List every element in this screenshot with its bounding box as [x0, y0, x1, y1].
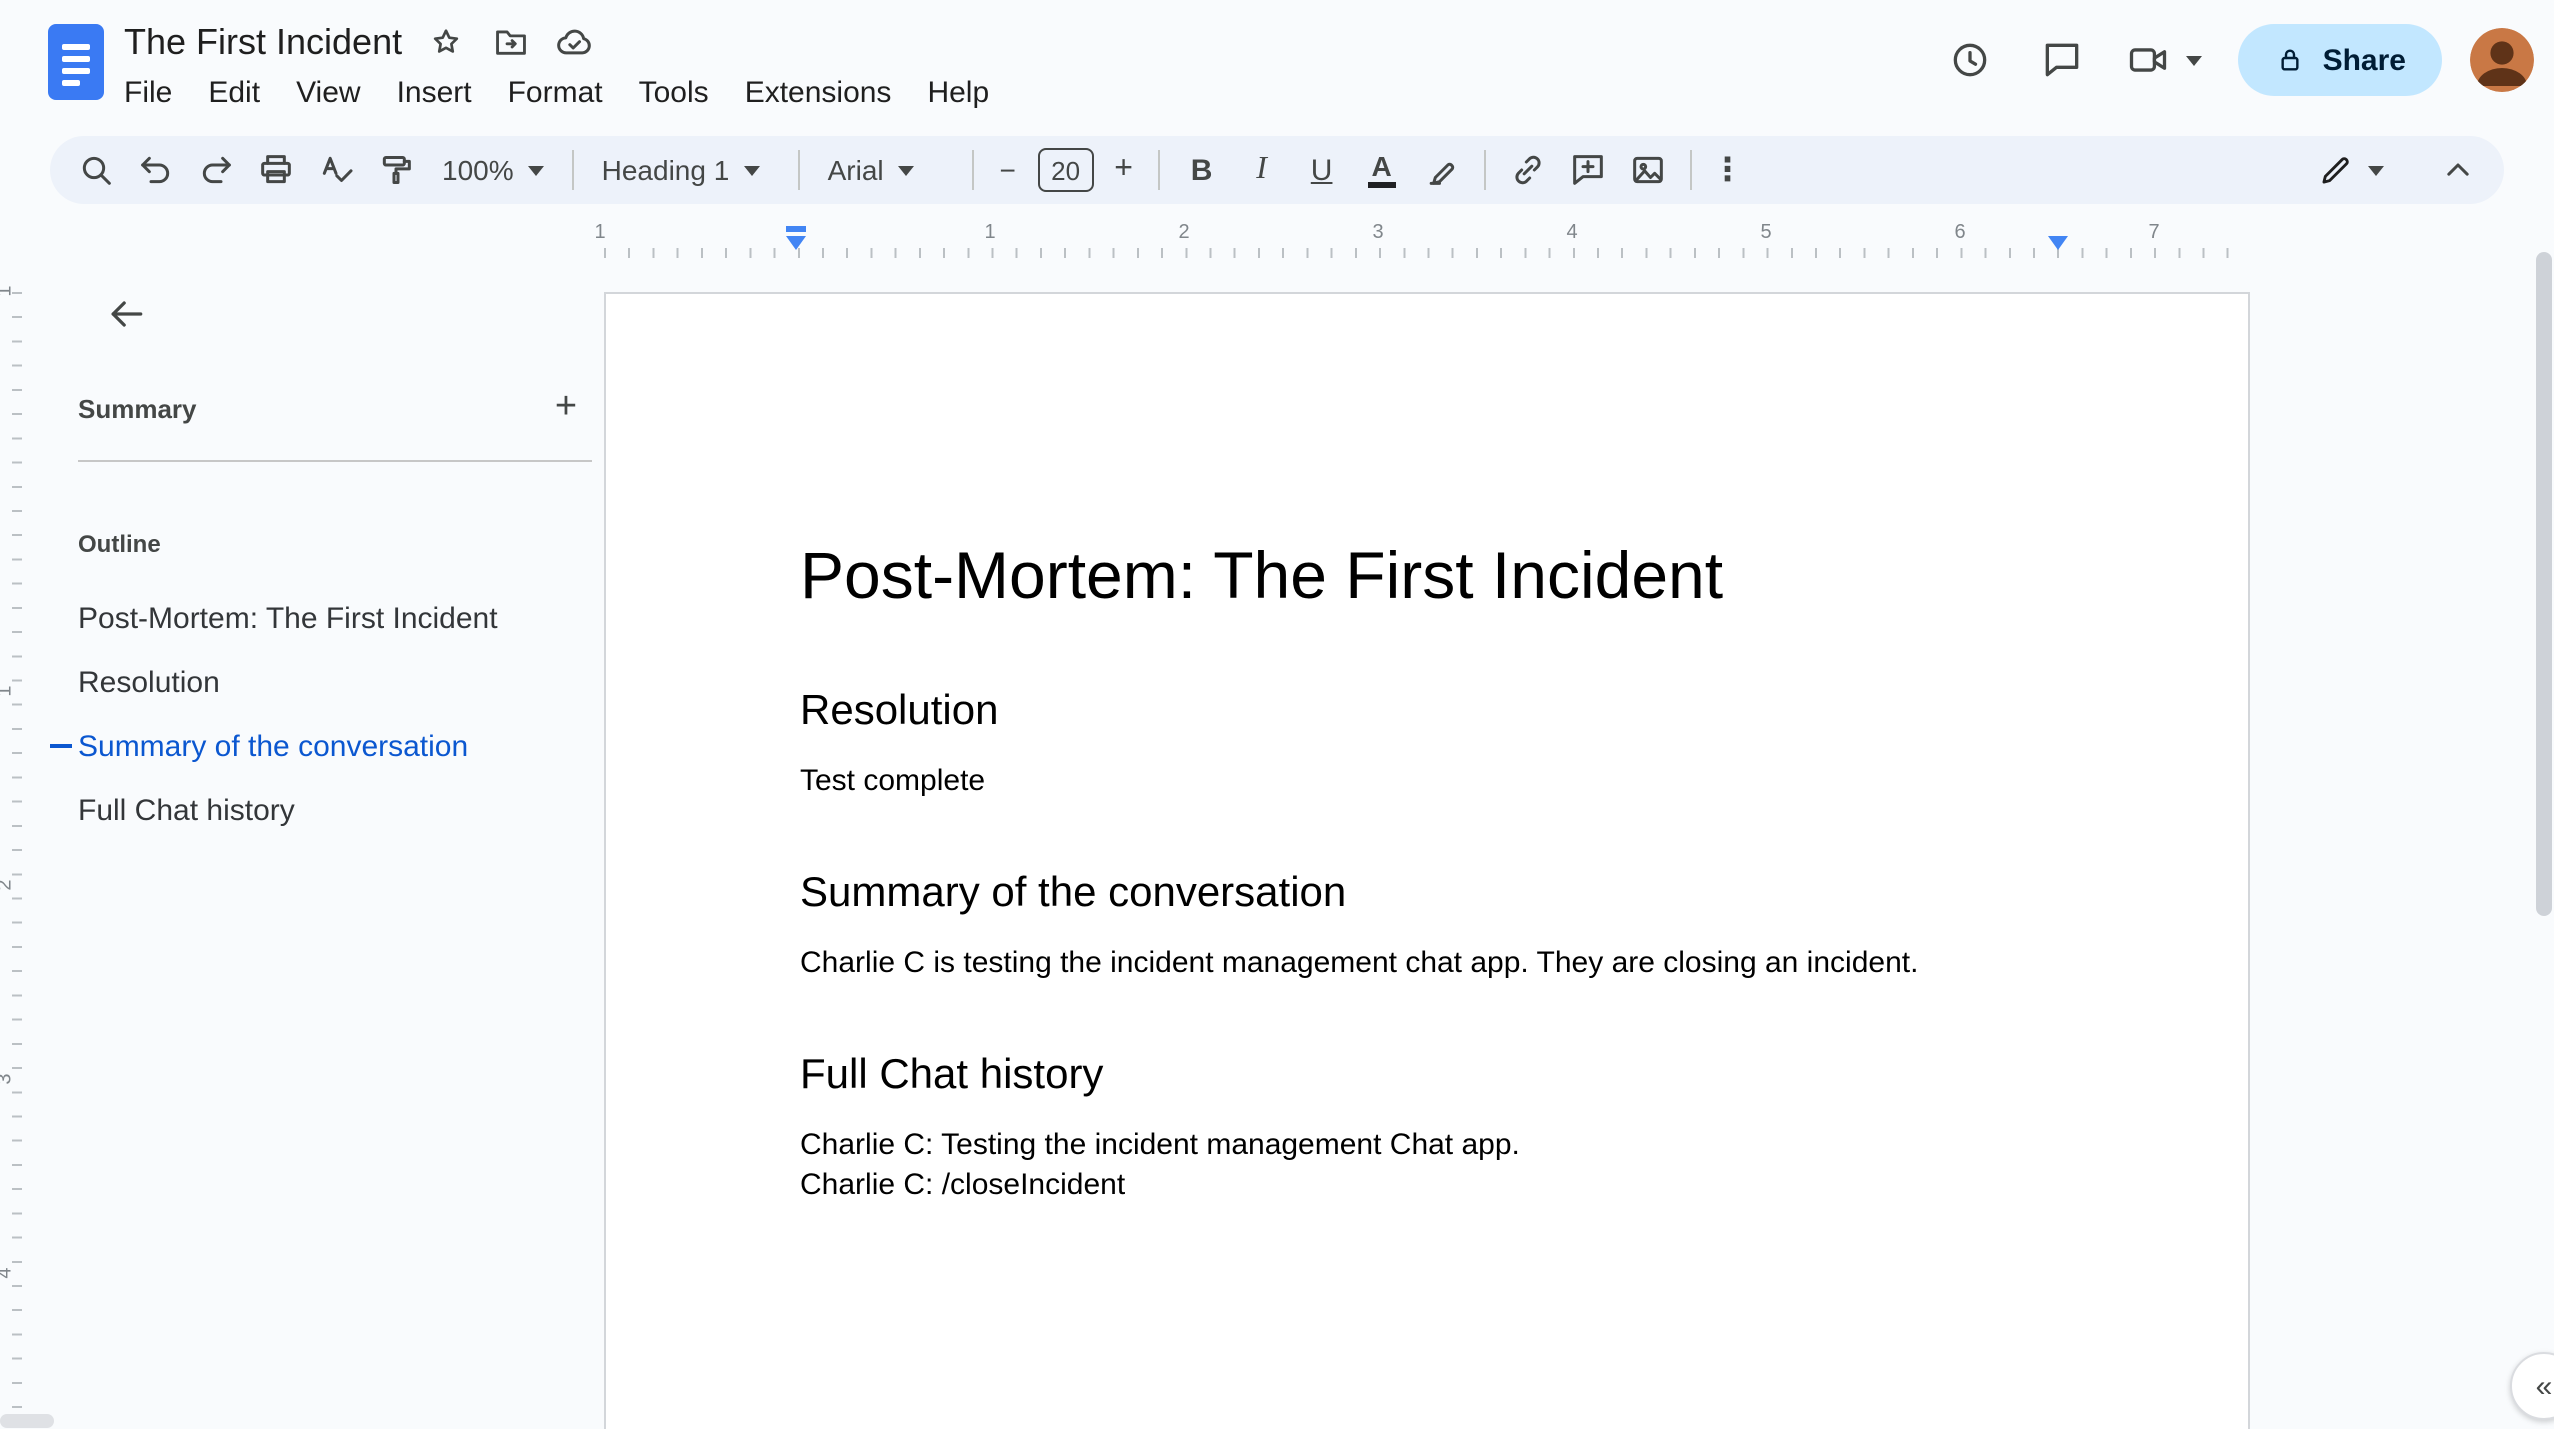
- menu-view[interactable]: View: [278, 72, 379, 114]
- doc-heading-title[interactable]: Post-Mortem: The First Incident: [800, 532, 2054, 620]
- menu-edit[interactable]: Edit: [190, 72, 278, 114]
- paint-format-icon[interactable]: [366, 142, 426, 198]
- docs-logo-icon[interactable]: [48, 24, 104, 100]
- doc-paragraph[interactable]: Charlie C is testing the incident manage…: [800, 944, 2054, 984]
- toolbar-separator: [797, 150, 800, 190]
- decrease-font-size-button[interactable]: −: [986, 142, 1030, 198]
- toolbar: 100% Heading 1 Arial − 20 + B I U A ⋮: [50, 136, 2504, 204]
- top-bar: The First Incident File Edit View Insert…: [0, 0, 2554, 124]
- font-size-value[interactable]: 20: [1037, 148, 1094, 192]
- outline-label: Outline: [78, 530, 161, 558]
- font-family-select[interactable]: Arial: [812, 142, 960, 198]
- underline-button[interactable]: U: [1292, 142, 1352, 198]
- menu-file[interactable]: File: [106, 72, 190, 114]
- menu-extensions[interactable]: Extensions: [727, 72, 910, 114]
- video-camera-icon[interactable]: [2115, 20, 2183, 100]
- menu-help[interactable]: Help: [909, 72, 1007, 114]
- menu-tools[interactable]: Tools: [621, 72, 727, 114]
- close-outline-icon[interactable]: [86, 274, 166, 354]
- document-page[interactable]: Post-Mortem: The First Incident Resoluti…: [604, 292, 2250, 1429]
- vertical-ruler: 1 1 2 3 4: [0, 252, 28, 1429]
- undo-icon[interactable]: [126, 142, 186, 198]
- toolbar-separator: [1689, 150, 1692, 190]
- increase-font-size-button[interactable]: +: [1102, 142, 1146, 198]
- zoom-select[interactable]: 100%: [426, 142, 560, 198]
- toolbar-separator: [971, 150, 974, 190]
- paragraph-style-value: Heading 1: [601, 154, 730, 186]
- left-indent-marker[interactable]: [786, 236, 806, 250]
- spellcheck-icon[interactable]: [306, 142, 366, 198]
- paragraph-style-select[interactable]: Heading 1: [586, 142, 786, 198]
- highlight-color-icon[interactable]: [1412, 142, 1472, 198]
- add-summary-button[interactable]: +: [540, 382, 592, 434]
- avatar[interactable]: [2470, 28, 2534, 92]
- hide-menus-icon[interactable]: [2428, 142, 2488, 198]
- insert-image-icon[interactable]: [1618, 142, 1678, 198]
- add-comment-icon[interactable]: [1558, 142, 1618, 198]
- editing-mode-caret-icon: [2368, 165, 2384, 175]
- zoom-caret-icon: [527, 165, 544, 175]
- doc-paragraph[interactable]: Charlie C: /closeIncident: [800, 1166, 2054, 1206]
- zoom-value: 100%: [442, 154, 514, 186]
- doc-heading-chat-history[interactable]: Full Chat history: [800, 1048, 2054, 1102]
- version-history-icon[interactable]: [1931, 20, 2011, 100]
- share-button[interactable]: Share: [2238, 24, 2442, 96]
- redo-icon[interactable]: [186, 142, 246, 198]
- menu-format[interactable]: Format: [490, 72, 621, 114]
- doc-paragraph[interactable]: Test complete: [800, 762, 2054, 802]
- doc-heading-resolution[interactable]: Resolution: [800, 684, 2054, 738]
- move-folder-icon[interactable]: [490, 22, 530, 62]
- right-indent-marker[interactable]: [2048, 236, 2068, 250]
- star-icon[interactable]: [426, 22, 466, 62]
- font-family-value: Arial: [827, 154, 884, 186]
- summary-label: Summary: [78, 393, 197, 423]
- doc-paragraph[interactable]: Charlie C: Testing the incident manageme…: [800, 1126, 2054, 1166]
- menu-insert[interactable]: Insert: [379, 72, 490, 114]
- join-call-button[interactable]: [2115, 20, 2211, 100]
- outline-item-active[interactable]: Summary of the conversation: [28, 714, 608, 778]
- panel-divider: [78, 460, 592, 462]
- ruler-ticks: [604, 248, 2250, 258]
- summary-section: Summary +: [78, 380, 592, 436]
- toolbar-right-group: [2300, 142, 2488, 198]
- menu-bar: File Edit View Insert Format Tools Exten…: [106, 72, 1007, 114]
- pencil-icon: [2322, 156, 2349, 183]
- google-docs-app: The First Incident File Edit View Insert…: [0, 0, 2554, 1429]
- more-options-button[interactable]: ⋮: [1704, 142, 1752, 198]
- collapse-side-panel-button[interactable]: «: [2510, 1352, 2554, 1420]
- title-block: The First Incident File Edit View Insert…: [124, 16, 1007, 114]
- first-line-indent-marker[interactable]: [786, 226, 806, 232]
- video-dropdown-caret-icon[interactable]: [2186, 55, 2203, 65]
- outline-list: Post-Mortem: The First Incident Resoluti…: [28, 586, 608, 842]
- title-row: The First Incident: [124, 16, 1007, 68]
- outline-item[interactable]: Full Chat history: [28, 778, 608, 842]
- editing-mode-select[interactable]: [2300, 142, 2400, 198]
- font-caret-icon: [897, 165, 914, 175]
- ruler-ticks: [12, 292, 22, 1429]
- outline-item[interactable]: Post-Mortem: The First Incident: [28, 586, 608, 650]
- share-label: Share: [2322, 43, 2406, 77]
- header-actions: Share: [1931, 20, 2538, 100]
- style-caret-icon: [743, 165, 760, 175]
- toolbar-separator: [571, 150, 574, 190]
- comments-icon[interactable]: [2023, 20, 2103, 100]
- cloud-status-icon[interactable]: [554, 22, 594, 62]
- toolbar-separator: [1157, 150, 1160, 190]
- search-menus-icon[interactable]: [66, 142, 126, 198]
- doc-heading-summary[interactable]: Summary of the conversation: [800, 866, 2054, 920]
- outline-panel: Summary + Outline Post-Mortem: The First…: [28, 252, 608, 1429]
- vertical-scrollbar: [2534, 236, 2552, 1421]
- vertical-scrollbar-thumb[interactable]: [2536, 252, 2552, 916]
- horizontal-scrollbar-thumb[interactable]: [0, 1413, 54, 1427]
- document-title[interactable]: The First Incident: [124, 21, 402, 63]
- bold-button[interactable]: B: [1172, 142, 1232, 198]
- print-icon[interactable]: [246, 142, 306, 198]
- insert-link-icon[interactable]: [1498, 142, 1558, 198]
- toolbar-separator: [1483, 150, 1486, 190]
- text-color-button[interactable]: A: [1352, 142, 1412, 198]
- active-indicator: [50, 744, 72, 748]
- italic-button[interactable]: I: [1232, 142, 1292, 198]
- outline-item[interactable]: Resolution: [28, 650, 608, 714]
